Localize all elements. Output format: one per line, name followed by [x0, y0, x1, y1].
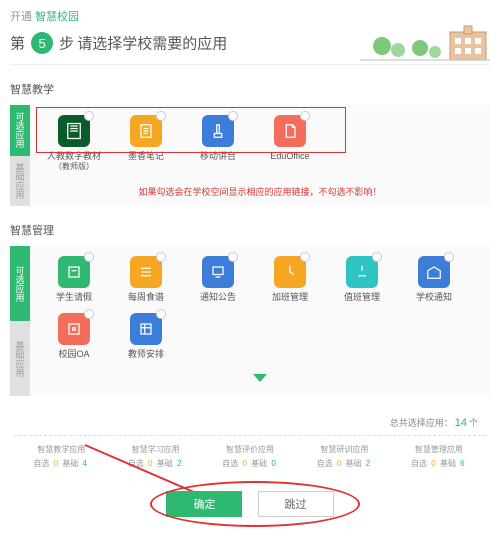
expand-toggle-icon[interactable]: [253, 374, 267, 382]
checkbox-icon[interactable]: [444, 252, 454, 262]
warning-note: 如果勾选会在学校空间显示相应的应用链接，不勾选不影响！: [38, 185, 482, 198]
app-icon: [274, 115, 306, 147]
app-label: 人教数字教材（教师版）: [40, 151, 108, 171]
app-cell[interactable]: 学生请假: [38, 254, 110, 311]
checkbox-icon[interactable]: [84, 111, 94, 121]
app-icon: [418, 256, 450, 288]
app-icon: [58, 115, 90, 147]
stats-total: 总共选择应用：14个: [14, 410, 486, 436]
sidebar-tabs: 可选应用 基础应用: [10, 105, 30, 206]
stat-title: 智慧教学应用: [14, 444, 108, 455]
app-cell[interactable]: 加班管理: [254, 254, 326, 311]
app-icon: [346, 256, 378, 288]
checkbox-icon[interactable]: [156, 111, 166, 121]
action-buttons: 确定 跳过: [10, 477, 490, 531]
app-icon: [130, 256, 162, 288]
app-cell[interactable]: 移动讲台: [182, 113, 254, 179]
stat-values: 自选 0 基础 4: [14, 458, 108, 469]
skip-button[interactable]: 跳过: [258, 491, 334, 517]
sidebar-tab-optional[interactable]: 可选应用: [10, 246, 30, 321]
sidebar-tab-basic[interactable]: 基础应用: [10, 156, 30, 207]
sidebar-tab-optional[interactable]: 可选应用: [10, 105, 30, 156]
stat-column: 智慧研训应用自选 0 基础 2: [297, 444, 391, 469]
stat-column: 智慧学习应用自选 0 基础 2: [108, 444, 202, 469]
stat-column: 智慧评价应用自选 0 基础 0: [203, 444, 297, 469]
checkbox-icon[interactable]: [372, 252, 382, 262]
app-cell[interactable]: 通知公告: [182, 254, 254, 311]
checkbox-icon[interactable]: [300, 111, 310, 121]
app-cell[interactable]: 人教数字教材（教师版）: [38, 113, 110, 179]
stat-values: 自选 0 基础 2: [108, 458, 202, 469]
app-label: 学校通知: [400, 292, 468, 303]
section-title: 智慧教学: [10, 81, 490, 97]
app-icon: [274, 256, 306, 288]
checkbox-icon[interactable]: [228, 111, 238, 121]
app-label: 校园OA: [40, 349, 108, 360]
app-label: 每周食谱: [112, 292, 180, 303]
step-header: 第 5 步 请选择学校需要的应用: [10, 26, 490, 65]
app-cell[interactable]: 每周食谱: [110, 254, 182, 311]
stat-title: 智慧评价应用: [203, 444, 297, 455]
app-label: 墨香笔记: [112, 151, 180, 162]
app-label: 学生请假: [40, 292, 108, 303]
app-icon: [202, 115, 234, 147]
sidebar-tab-basic[interactable]: 基础应用: [10, 321, 30, 396]
banner-illustration: [360, 24, 490, 64]
stat-values: 自选 0 基础 0: [203, 458, 297, 469]
stat-title: 智慧研训应用: [297, 444, 391, 455]
app-cell[interactable]: 墨香笔记: [110, 113, 182, 179]
app-cell[interactable]: 校园OA: [38, 311, 110, 368]
stat-title: 智慧管理应用: [392, 444, 486, 455]
sidebar-tabs: 可选应用 基础应用: [10, 246, 30, 396]
checkbox-icon[interactable]: [228, 252, 238, 262]
app-cell[interactable]: 学校通知: [398, 254, 470, 311]
app-label: 通知公告: [184, 292, 252, 303]
app-icon: [130, 313, 162, 345]
app-label: EduOffice: [256, 151, 324, 162]
app-icon: [130, 115, 162, 147]
stat-column: 智慧教学应用自选 0 基础 4: [14, 444, 108, 469]
section-management: 智慧管理 可选应用 基础应用 学生请假每周食谱通知公告加班管理值班管理学校通知校…: [10, 222, 490, 396]
app-cell[interactable]: 值班管理: [326, 254, 398, 311]
app-cell[interactable]: 教师安排: [110, 311, 182, 368]
checkbox-icon[interactable]: [84, 309, 94, 319]
confirm-button[interactable]: 确定: [166, 491, 242, 517]
app-label: 教师安排: [112, 349, 180, 360]
app-icon: [58, 256, 90, 288]
app-label: 加班管理: [256, 292, 324, 303]
step-title: 请选择学校需要的应用: [77, 36, 227, 53]
stats-panel: 总共选择应用：14个 智慧教学应用自选 0 基础 4智慧学习应用自选 0 基础 …: [10, 410, 490, 477]
checkbox-icon[interactable]: [84, 252, 94, 262]
checkbox-icon[interactable]: [156, 252, 166, 262]
breadcrumb: 开通 智慧校园: [10, 6, 490, 26]
section-teaching: 智慧教学 可选应用 基础应用 人教数字教材（教师版） 墨香笔记移动讲台 EduOff…: [10, 81, 490, 206]
app-label: 值班管理: [328, 292, 396, 303]
checkbox-icon[interactable]: [156, 309, 166, 319]
app-cell[interactable]: EduOffice: [254, 113, 326, 179]
app-icon: [202, 256, 234, 288]
stat-column: 智慧管理应用自选 0 基础 6: [392, 444, 486, 469]
app-label: 移动讲台: [184, 151, 252, 162]
app-icon: [58, 313, 90, 345]
stat-values: 自选 0 基础 6: [392, 458, 486, 469]
section-title: 智慧管理: [10, 222, 490, 238]
stat-values: 自选 0 基础 2: [297, 458, 391, 469]
step-number-badge: 5: [31, 32, 53, 54]
stat-title: 智慧学习应用: [108, 444, 202, 455]
checkbox-icon[interactable]: [300, 252, 310, 262]
